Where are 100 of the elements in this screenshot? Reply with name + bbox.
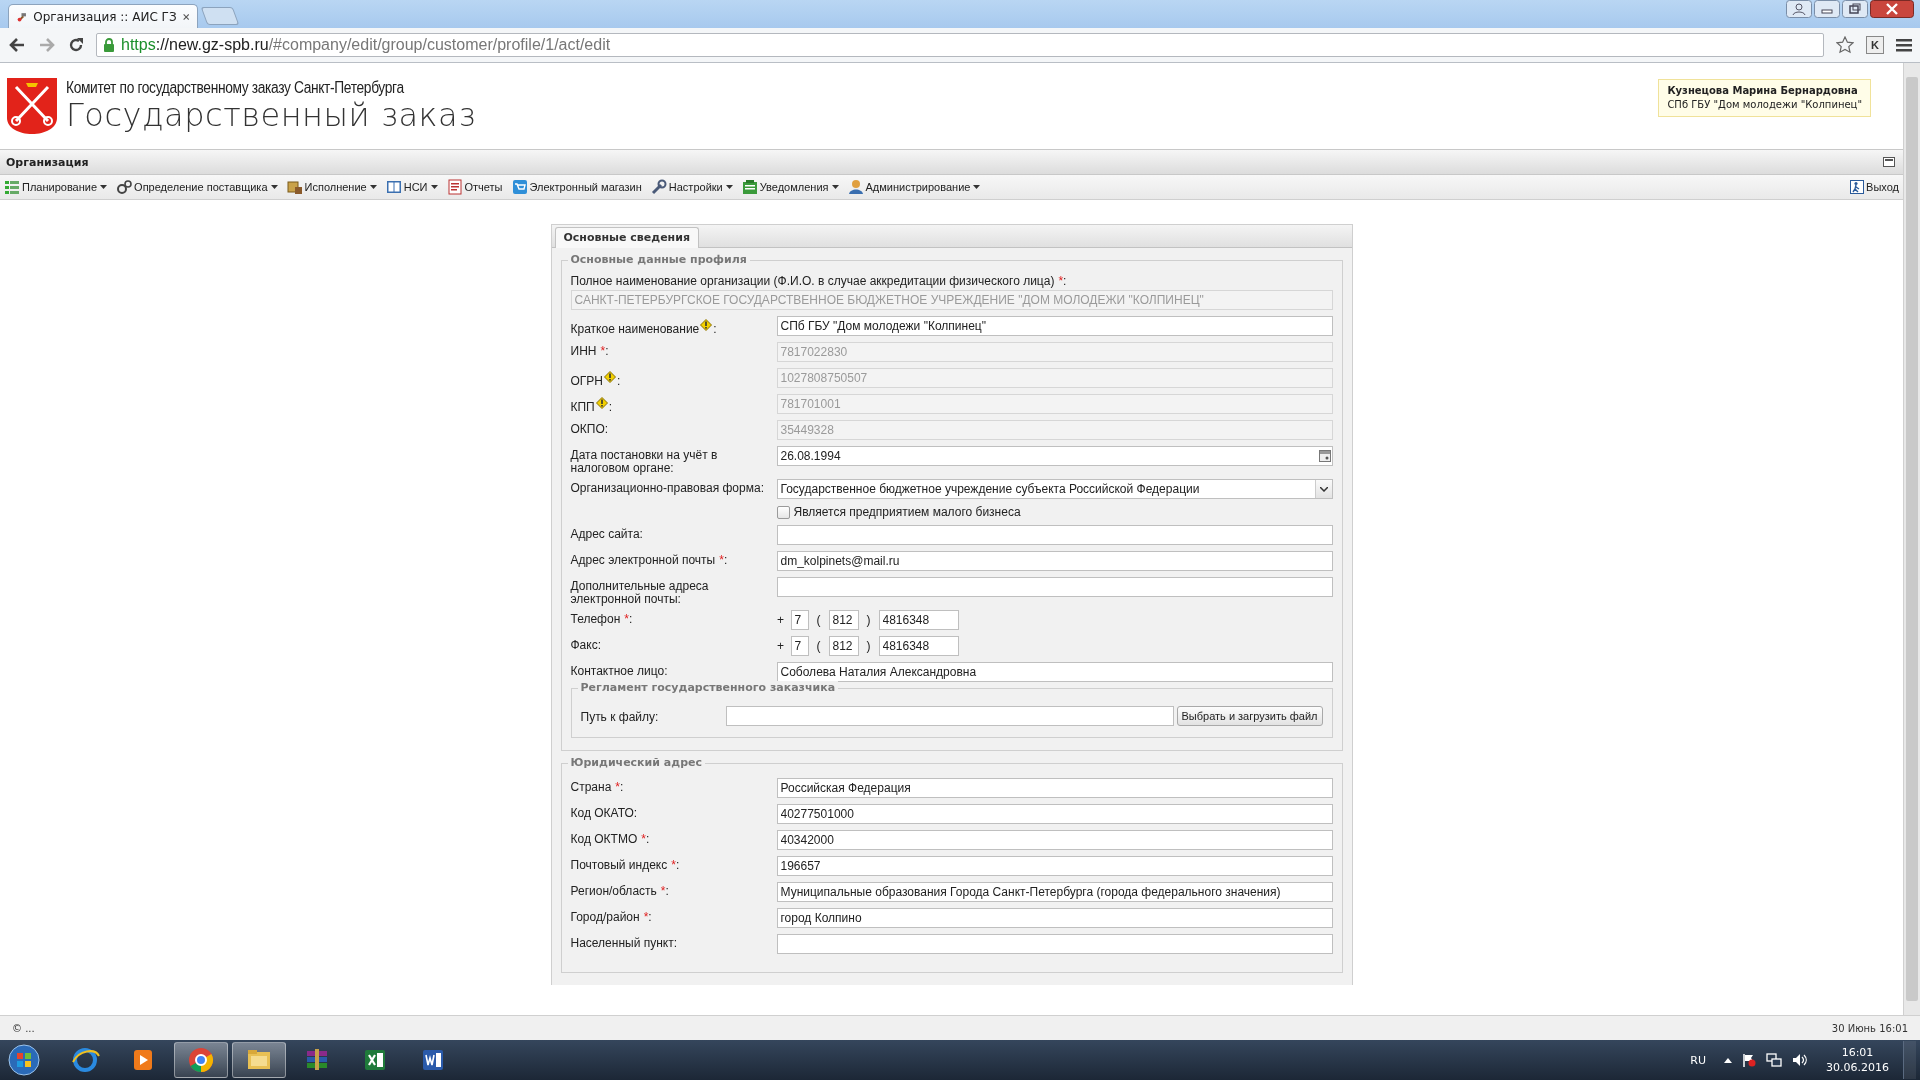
star-icon[interactable]	[1836, 36, 1854, 54]
date-field[interactable]: 26.08.1994	[776, 446, 1333, 466]
language-indicator[interactable]: RU	[1690, 1053, 1706, 1067]
menu-item[interactable]: НСИ	[385, 179, 438, 195]
parenthesis: (	[815, 639, 822, 653]
input-field[interactable]: dm_kolpinets@mail.ru	[776, 551, 1333, 571]
phone-number-field[interactable]: 4816348	[878, 610, 959, 630]
flag-icon[interactable]	[1742, 1053, 1756, 1067]
close-icon[interactable]	[1870, 0, 1914, 18]
site-title: Государственный заказ	[66, 97, 477, 133]
checkbox-label: Является предприятием малого бизнеса	[793, 505, 1021, 519]
menu-item[interactable]: Уведомления	[741, 179, 839, 195]
field-label: Населенный пункт:	[570, 935, 679, 950]
plus-sign: +	[776, 639, 785, 653]
window-icon[interactable]	[1883, 157, 1895, 167]
field-label: Дополнительные адреса электронной почты:	[570, 578, 710, 606]
network-icon[interactable]	[1766, 1053, 1782, 1067]
document-icon	[446, 179, 463, 195]
checkbox[interactable]	[776, 505, 790, 519]
menu-item[interactable]: Отчеты	[446, 179, 503, 195]
field-label: Адрес сайта:	[570, 526, 644, 541]
input-field[interactable]	[725, 706, 1174, 726]
back-icon[interactable]	[8, 37, 26, 53]
close-icon[interactable]	[182, 11, 189, 22]
field-label: Телефон *:	[570, 611, 634, 626]
scrollbar[interactable]	[1903, 63, 1920, 1015]
url-text: https://new.gz-spb.ru/#company/edit/group/customer/profile/1/act/edit	[121, 36, 611, 54]
input-field[interactable]	[776, 934, 1333, 954]
calendar-icon[interactable]	[1318, 450, 1331, 462]
chevron-down-icon	[1319, 486, 1328, 492]
dropdown[interactable]: Государственное бюджетное учреждение субъекта Российской Федерации	[776, 479, 1333, 499]
field-label: Адрес электронной почты *:	[570, 552, 729, 567]
upload-button[interactable]: Выбрать и загрузить файл	[1176, 706, 1323, 726]
restore-icon[interactable]	[1842, 0, 1868, 18]
area-code-field[interactable]: 812	[828, 610, 859, 630]
cart-icon	[511, 179, 528, 195]
scrollbar-thumb[interactable]	[1906, 77, 1918, 1001]
fieldset-legend: Юридический адрес	[567, 756, 705, 769]
country-code-field[interactable]: 7	[790, 610, 809, 630]
menu-item[interactable]: Администрирование	[847, 179, 981, 195]
field-label: ИНН *:	[570, 343, 610, 358]
input-field[interactable]: 40342000	[776, 830, 1333, 850]
field-label: КПП :	[570, 394, 777, 414]
field-label: Город/район *:	[570, 909, 653, 924]
input-field[interactable]: Соболева Наталия Александровна	[776, 662, 1333, 682]
taskbar-app[interactable]	[232, 1042, 286, 1078]
browser-tab[interactable]: Организация :: АИС ГЗ	[8, 4, 198, 28]
parenthesis: (	[815, 613, 822, 627]
phone-number-field[interactable]: 4816348	[878, 636, 959, 656]
book-icon	[385, 179, 402, 195]
input-field[interactable]: город Колпино	[776, 908, 1333, 928]
parenthesis: )	[865, 639, 872, 653]
field-label: Регион/область *:	[570, 883, 670, 898]
organization-subtitle: Комитет по государственному заказу Санкт-Петербурга	[66, 79, 405, 97]
copyright-text: © ...	[12, 1022, 35, 1034]
input-field[interactable]	[776, 577, 1333, 597]
chevron-up-icon[interactable]	[1724, 1057, 1732, 1063]
field-label: Код ОКТМО *:	[570, 831, 651, 846]
menu-item[interactable]: Электронный магазин	[511, 179, 642, 195]
list-icon	[4, 179, 20, 195]
taskbar-app[interactable]	[174, 1042, 228, 1078]
country-code-field[interactable]: 7	[790, 636, 809, 656]
input-field[interactable]: 40277501000	[776, 804, 1333, 824]
reload-icon[interactable]	[68, 37, 84, 53]
parenthesis: )	[865, 613, 872, 627]
input-field[interactable]: Муниципальные образования Города Санкт-Петербурга (города федерального значения)	[776, 882, 1333, 902]
field-label: Дата постановки на учёт в налоговом органе:	[570, 447, 719, 475]
input-field[interactable]: 196657	[776, 856, 1333, 876]
menu-item[interactable]: Настройки	[650, 179, 733, 195]
clock[interactable]: 16:01 30.06.2016	[1826, 1045, 1889, 1075]
emblem-icon	[6, 77, 58, 135]
volume-icon[interactable]	[1792, 1053, 1808, 1067]
lock-icon	[103, 38, 115, 52]
menu-icon[interactable]	[1896, 38, 1912, 52]
field-label: ОГРН :	[570, 368, 777, 388]
user-name: Кузнецова Марина Бернардовна	[1667, 84, 1859, 98]
minimize-icon[interactable]	[1814, 0, 1840, 18]
section-title: Организация	[6, 155, 89, 169]
menu-item[interactable]: Планирование	[4, 179, 108, 195]
input-field[interactable]: СПб ГБУ "Дом молодежи "Колпинец"	[776, 316, 1333, 336]
address-bar[interactable]: https://new.gz-spb.ru/#company/edit/group/customer/profile/1/act/edit	[96, 33, 1824, 57]
field-label: Контактное лицо:	[570, 663, 669, 678]
tab[interactable]: Основные сведения	[554, 227, 699, 248]
user-organization: СПб ГБУ "Дом молодежи "Колпинец"	[1667, 98, 1862, 112]
field-label: Код ОКАТО:	[570, 805, 639, 820]
notepad-icon	[741, 179, 758, 195]
field-label: Путь к файлу:	[580, 709, 660, 724]
wrench-icon	[650, 179, 667, 195]
input-field[interactable]: Российская Федерация	[776, 778, 1333, 798]
field-label: Факс:	[570, 637, 602, 652]
menu-item[interactable]: Исполнение	[286, 179, 377, 195]
status-datetime: 30 Июнь 16:01	[1831, 1022, 1908, 1034]
logout-link[interactable]: Выход	[1850, 180, 1899, 194]
profile-icon[interactable]	[1786, 0, 1812, 18]
field-label: Краткое наименование :	[570, 316, 777, 336]
exit-icon	[1850, 180, 1865, 194]
input-field[interactable]	[776, 525, 1333, 545]
area-code-field[interactable]: 812	[828, 636, 859, 656]
extension-button[interactable]: K	[1866, 36, 1884, 54]
menu-item[interactable]: Определение поставщика	[116, 179, 278, 195]
